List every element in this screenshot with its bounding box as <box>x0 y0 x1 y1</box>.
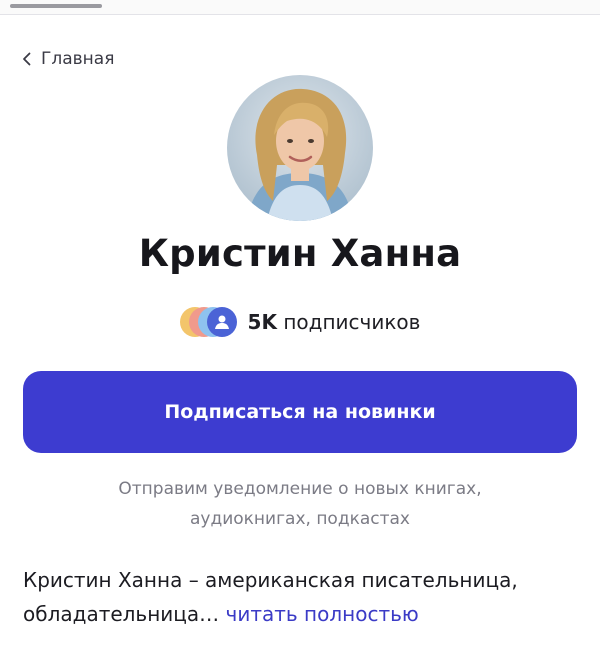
notice-line-2: аудиокнигах, подкастах <box>189 509 410 529</box>
subscribers-icons <box>179 304 238 340</box>
author-avatar <box>227 75 373 221</box>
back-link-label: Главная <box>41 49 115 69</box>
notification-notice: Отправим уведомление о новых книгах, ауд… <box>0 474 600 534</box>
subscribers-text: 5K подписчиков <box>248 310 421 334</box>
subscribers-count: 5K <box>247 310 277 334</box>
subscribers-row: 5K подписчиков <box>0 304 600 340</box>
browser-top-bar <box>0 0 600 15</box>
author-name: Кристин Ханна <box>138 232 462 275</box>
author-bio: Кристин Ханна – американская писательниц… <box>23 563 583 631</box>
subscribers-label: подписчиков <box>283 310 421 334</box>
back-link[interactable]: Главная <box>22 48 114 70</box>
scroll-indicator <box>10 4 102 8</box>
subscribe-button[interactable]: Подписаться на новинки <box>23 371 577 453</box>
notice-line-1: Отправим уведомление о новых книгах, <box>118 479 482 499</box>
read-more-link[interactable]: читать полностью <box>226 602 419 626</box>
chevron-left-icon <box>22 52 32 66</box>
user-icon <box>206 307 237 337</box>
